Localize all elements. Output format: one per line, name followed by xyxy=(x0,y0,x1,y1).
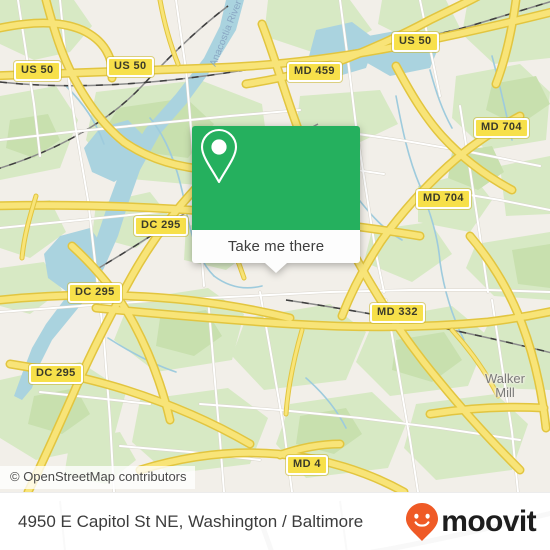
place-label-walker-mill: Walker Mill xyxy=(473,372,537,400)
highway-shield-us50-a: US 50 xyxy=(14,61,61,81)
moovit-pin-smiley-icon xyxy=(406,503,439,541)
moovit-map-screenshot: US 50 US 50 US 50 MD 459 MD 704 MD 704 DC 295 D… xyxy=(0,0,550,550)
moovit-logo[interactable]: moovit xyxy=(405,502,537,542)
popup-pointer-tail xyxy=(265,263,287,273)
highway-shield-md4: MD 4 xyxy=(286,455,328,475)
location-popup-card[interactable]: Take me there xyxy=(192,126,360,273)
highway-shield-md704-a: MD 704 xyxy=(474,118,529,138)
highway-shield-dc295-a: DC 295 xyxy=(134,216,188,236)
highway-shield-dc295-b: DC 295 xyxy=(68,283,122,303)
moovit-wordmark: moovit xyxy=(441,505,536,538)
highway-shield-us50-b: US 50 xyxy=(107,57,154,77)
take-me-there-button[interactable]: Take me there xyxy=(192,230,360,263)
place-label-line1: Walker xyxy=(485,371,525,386)
place-label-line2: Mill xyxy=(495,385,515,400)
osm-attribution[interactable]: © OpenStreetMap contributors xyxy=(0,466,195,489)
highway-shield-md704-b: MD 704 xyxy=(416,189,471,209)
bottom-info-bar: 4950 E Capitol St NE, Washington / Balti… xyxy=(0,492,550,550)
highway-shield-dc295-c: DC 295 xyxy=(29,364,83,384)
highway-shield-md459: MD 459 xyxy=(287,62,342,82)
popup-header xyxy=(192,126,360,230)
address-label: 4950 E Capitol St NE, Washington / Balti… xyxy=(18,512,364,531)
map-pin-icon xyxy=(200,128,238,184)
highway-shield-us50-c: US 50 xyxy=(392,32,439,52)
highway-shield-md332: MD 332 xyxy=(370,303,425,323)
take-me-there-label: Take me there xyxy=(227,238,325,255)
map-canvas[interactable]: US 50 US 50 US 50 MD 459 MD 704 MD 704 DC 295 D… xyxy=(0,0,550,492)
